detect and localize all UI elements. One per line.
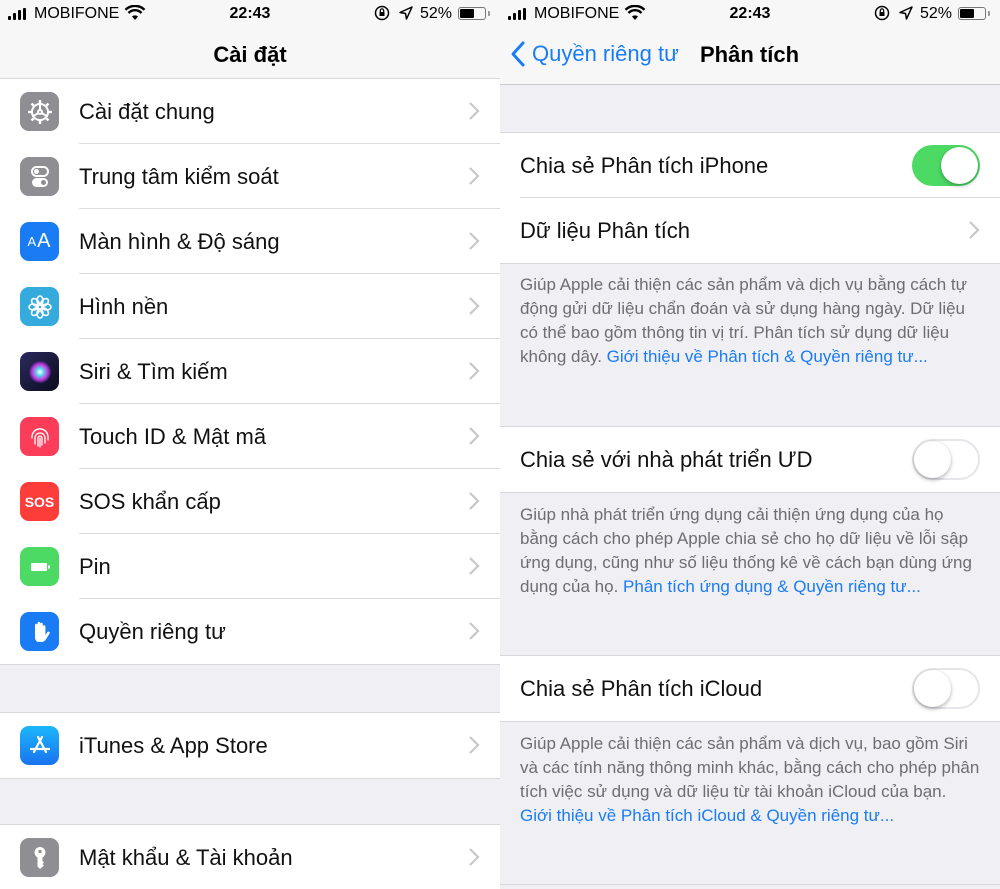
gear-icon: [20, 92, 59, 131]
settings-item-general[interactable]: Cài đặt chung: [0, 79, 500, 144]
settings-item-label: Cài đặt chung: [79, 98, 215, 124]
status-bar: MOBIFONE 22:43 52%: [500, 0, 1000, 28]
settings-item-itunes-app-store[interactable]: iTunes & App Store: [0, 713, 500, 778]
rotation-lock-icon: [374, 5, 390, 21]
settings-item-display[interactable]: AA Màn hình & Độ sáng: [0, 209, 500, 274]
bottom-divider: [500, 884, 1000, 885]
fingerprint-icon: [20, 417, 59, 456]
analytics-section-icloud: Chia sẻ Phân tích iCloud: [500, 655, 1000, 722]
share-icloud-analytics-toggle[interactable]: [912, 668, 980, 709]
footer-link[interactable]: Giới thiệu về Phân tích iCloud & Quyền r…: [520, 806, 894, 825]
settings-group-accounts: Mật khẩu & Tài khoản: [0, 824, 500, 889]
share-iphone-analytics-row: Chia sẻ Phân tích iPhone: [500, 133, 1000, 198]
row-label: Chia sẻ với nhà phát triển ƯD: [520, 446, 813, 472]
status-bar: MOBIFONE 22:43 52%: [0, 0, 500, 28]
analytics-section-developers: Chia sẻ với nhà phát triển ƯD: [500, 426, 1000, 493]
hand-privacy-icon: [20, 612, 59, 651]
battery-icon: [458, 7, 486, 20]
settings-item-label: Siri & Tìm kiếm: [79, 358, 228, 384]
analytics-pane: MOBIFONE 22:43 52% Quyền riêng tư Phân t…: [500, 0, 1000, 889]
display-brightness-icon: AA: [20, 222, 59, 261]
share-icloud-analytics-row: Chia sẻ Phân tích iCloud: [500, 656, 1000, 721]
chevron-right-icon: [469, 167, 480, 185]
share-iphone-analytics-toggle[interactable]: [912, 145, 980, 186]
section-footer: Giúp nhà phát triển ứng dụng cải thiện ứ…: [520, 503, 980, 599]
battery-icon: [958, 7, 986, 20]
settings-group-main: Cài đặt chung Trung tâm kiểm soát AA Màn…: [0, 78, 500, 665]
back-button[interactable]: Quyền riêng tư: [510, 40, 679, 68]
row-label: Chia sẻ Phân tích iCloud: [520, 675, 763, 701]
battery-icon: [20, 547, 59, 586]
chevron-right-icon: [469, 102, 480, 120]
chevron-right-icon: [969, 221, 980, 239]
toggle-knob: [941, 147, 978, 184]
settings-item-label: Hình nền: [79, 293, 169, 319]
chevron-left-icon: [511, 41, 525, 67]
chevron-right-icon: [469, 427, 480, 445]
analytics-section-iphone: Chia sẻ Phân tích iPhone Dữ liệu Phân tí…: [500, 132, 1000, 264]
sos-icon: SOS: [20, 482, 59, 521]
footer-link[interactable]: Giới thiệu về Phân tích & Quyền riêng tư…: [607, 347, 928, 366]
siri-icon: [20, 352, 59, 391]
chevron-right-icon: [469, 736, 480, 754]
section-footer: Giúp Apple cải thiện các sản phẩm và dịc…: [520, 273, 980, 369]
battery-tip: [988, 11, 990, 16]
control-center-icon: [20, 157, 59, 196]
battery-percent: 52%: [920, 5, 953, 22]
section-footer: Giúp Apple cải thiện các sản phẩm và dịc…: [520, 732, 980, 828]
battery-percent: 52%: [420, 5, 453, 22]
settings-group-store: iTunes & App Store: [0, 712, 500, 779]
wallpaper-flower-icon: [20, 287, 59, 326]
key-icon: [20, 838, 59, 877]
chevron-right-icon: [469, 232, 480, 250]
settings-item-privacy[interactable]: Quyền riêng tư: [0, 599, 500, 664]
battery-tip: [488, 11, 490, 16]
toggle-knob: [914, 670, 951, 707]
page-title: Cài đặt: [213, 42, 287, 67]
settings-item-siri[interactable]: Siri & Tìm kiếm: [0, 339, 500, 404]
analytics-data-row[interactable]: Dữ liệu Phân tích: [500, 198, 1000, 263]
share-with-developers-row: Chia sẻ với nhà phát triển ƯD: [500, 427, 1000, 492]
chevron-right-icon: [469, 848, 480, 866]
footer-text: Giúp Apple cải thiện các sản phẩm và dịc…: [520, 734, 980, 801]
settings-item-label: Touch ID & Mật mã: [79, 423, 267, 449]
chevron-right-icon: [469, 622, 480, 640]
chevron-right-icon: [469, 297, 480, 315]
footer-link[interactable]: Phân tích ứng dụng & Quyền riêng tư...: [623, 577, 921, 596]
settings-item-label: Quyền riêng tư: [79, 618, 226, 644]
back-button-label: Quyền riêng tư: [532, 41, 679, 66]
page-title: Phân tích: [700, 42, 800, 67]
chevron-right-icon: [469, 557, 480, 575]
settings-item-label: Mật khẩu & Tài khoản: [79, 844, 293, 870]
settings-item-touch-id[interactable]: Touch ID & Mật mã: [0, 404, 500, 469]
settings-item-label: iTunes & App Store: [79, 732, 268, 758]
location-icon: [399, 6, 413, 20]
row-label: Chia sẻ Phân tích iPhone: [520, 152, 769, 178]
chevron-right-icon: [469, 492, 480, 510]
nav-bar: Cài đặt: [0, 28, 500, 85]
share-with-developers-toggle[interactable]: [912, 439, 980, 480]
settings-item-wallpaper[interactable]: Hình nền: [0, 274, 500, 339]
settings-item-passwords-accounts[interactable]: Mật khẩu & Tài khoản: [0, 825, 500, 889]
settings-item-control-center[interactable]: Trung tâm kiểm soát: [0, 144, 500, 209]
settings-item-battery[interactable]: Pin: [0, 534, 500, 599]
location-icon: [899, 6, 913, 20]
rotation-lock-icon: [874, 5, 890, 21]
settings-item-label: Trung tâm kiểm soát: [79, 163, 279, 189]
app-store-icon: [20, 726, 59, 765]
nav-bar: Quyền riêng tư Phân tích: [500, 28, 1000, 85]
row-label: Dữ liệu Phân tích: [520, 217, 691, 243]
toggle-knob: [914, 441, 951, 478]
settings-item-sos[interactable]: SOS SOS khẩn cấp: [0, 469, 500, 534]
settings-item-label: Màn hình & Độ sáng: [79, 228, 280, 254]
display-icon-small-a: A: [27, 234, 38, 249]
chevron-right-icon: [469, 362, 480, 380]
settings-item-label: SOS khẩn cấp: [79, 488, 221, 514]
display-icon-large-a: A: [37, 230, 52, 252]
settings-item-label: Pin: [79, 553, 111, 579]
settings-pane: MOBIFONE 22:43 52% Cài đặt Cài đặt chung…: [0, 0, 500, 889]
